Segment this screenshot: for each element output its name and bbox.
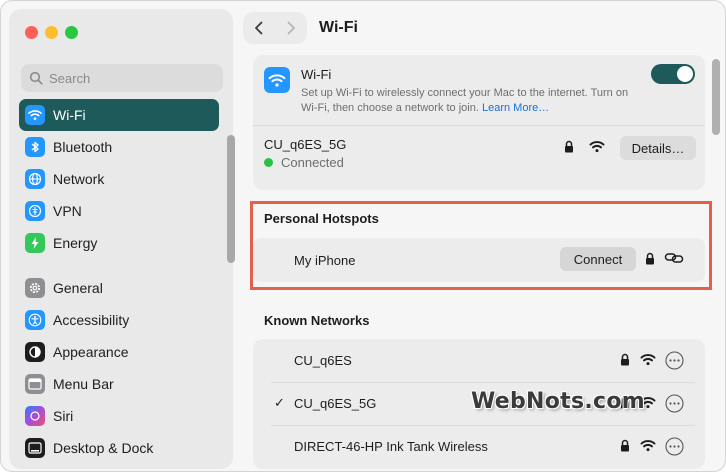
sidebar-item-label: Appearance: [53, 344, 129, 360]
sidebar-item-label: Energy: [53, 235, 98, 251]
checkmark-icon: ✓: [274, 395, 285, 410]
status-text: Connected: [281, 155, 344, 170]
details-button[interactable]: Details…: [620, 136, 696, 160]
sidebar-item-menu-bar[interactable]: Menu Bar: [19, 368, 219, 400]
menubar-icon: [25, 374, 45, 394]
hotspot-name: My iPhone: [294, 253, 356, 268]
more-options-icon[interactable]: [665, 394, 684, 413]
wifi-signal-icon: [640, 440, 656, 452]
personal-hotspots-heading: Personal Hotspots: [264, 211, 379, 226]
wifi-description-text: Set up Wi-Fi to wirelessly connect your …: [301, 87, 629, 114]
sidebar: Wi-Fi Bluetooth Network VPN: [9, 9, 235, 469]
lock-icon: [646, 252, 654, 265]
gear-icon: [25, 278, 45, 298]
sidebar-item-energy[interactable]: Energy: [19, 227, 219, 259]
wifi-description: Set up Wi-Fi to wirelessly connect your …: [301, 86, 646, 116]
sidebar-item-label: Network: [53, 171, 105, 187]
sidebar-item-general[interactable]: General: [19, 272, 219, 304]
status-dot: [264, 158, 273, 167]
sidebar-item-label: Siri: [53, 408, 74, 424]
sidebar-item-label: Bluetooth: [53, 139, 113, 155]
wifi-toggle[interactable]: [651, 64, 695, 84]
accessibility-icon: [25, 310, 45, 330]
page-title: Wi-Fi: [319, 19, 358, 36]
sidebar-list: Wi-Fi Bluetooth Network VPN Energy Gener…: [19, 99, 219, 464]
sidebar-scrollbar[interactable]: [227, 135, 235, 263]
toolbar: Wi-Fi: [243, 12, 358, 44]
sidebar-item-appearance[interactable]: Appearance: [19, 336, 219, 368]
forward-button[interactable]: [275, 12, 307, 44]
vpn-icon: [25, 201, 45, 221]
known-network-name: CU_q6ES: [294, 353, 352, 368]
divider: [271, 382, 695, 383]
bluetooth-icon: [25, 137, 45, 157]
more-options-icon[interactable]: [665, 437, 684, 456]
sidebar-item-siri[interactable]: Siri: [19, 400, 219, 432]
sidebar-item-vpn[interactable]: VPN: [19, 195, 219, 227]
sidebar-item-label: VPN: [53, 203, 82, 219]
known-network-row[interactable]: CU_q6ES: [253, 339, 705, 382]
divider: [253, 125, 705, 126]
wifi-title: Wi-Fi: [301, 67, 332, 82]
sidebar-item-label: Wi-Fi: [53, 107, 86, 123]
hotspot-row: My iPhone Connect: [253, 238, 705, 282]
sidebar-item-label: General: [53, 280, 103, 296]
chevron-left-icon: [255, 21, 263, 35]
close-window-button[interactable]: [25, 26, 38, 39]
siri-icon: [25, 406, 45, 426]
known-network-name: DIRECT-46-HP Ink Tank Wireless: [294, 439, 488, 454]
known-networks-heading: Known Networks: [264, 313, 370, 328]
back-button[interactable]: [243, 12, 275, 44]
sidebar-item-desktop-dock[interactable]: Desktop & Dock: [19, 432, 219, 464]
zoom-window-button[interactable]: [65, 26, 78, 39]
wifi-icon: [264, 67, 290, 93]
appearance-icon: [25, 342, 45, 362]
sidebar-item-label: Menu Bar: [53, 376, 114, 392]
personal-hotspot-icon: [664, 253, 684, 263]
learn-more-link[interactable]: Learn More…: [482, 102, 549, 114]
main-scrollbar[interactable]: [712, 59, 720, 135]
lock-icon: [565, 140, 573, 153]
divider: [271, 425, 695, 426]
search-icon: [29, 71, 43, 85]
chevron-right-icon: [287, 21, 295, 35]
globe-icon: [25, 169, 45, 189]
bolt-icon: [25, 233, 45, 253]
sidebar-item-label: Accessibility: [53, 312, 130, 328]
sidebar-item-network[interactable]: Network: [19, 163, 219, 195]
more-options-icon[interactable]: [665, 351, 684, 370]
sidebar-item-wifi[interactable]: Wi-Fi: [19, 99, 219, 131]
known-network-row[interactable]: DIRECT-46-HP Ink Tank Wireless: [253, 425, 705, 468]
toggle-knob: [677, 66, 693, 82]
settings-window: Wi-Fi Bluetooth Network VPN: [0, 0, 726, 472]
lock-icon: [621, 353, 629, 366]
lock-icon: [621, 439, 629, 452]
wifi-card: Wi-Fi Set up Wi-Fi to wirelessly connect…: [253, 55, 705, 190]
sidebar-item-label: Desktop & Dock: [53, 440, 154, 456]
wifi-signal-icon: [589, 141, 605, 153]
sidebar-item-bluetooth[interactable]: Bluetooth: [19, 131, 219, 163]
navigation-buttons: [243, 12, 307, 44]
connection-status: Connected: [264, 155, 344, 170]
search-field[interactable]: [21, 64, 223, 92]
search-input[interactable]: [49, 70, 209, 86]
watermark: WebNots.com: [471, 389, 646, 414]
current-network-name: CU_q6ES_5G: [264, 137, 347, 152]
connect-button[interactable]: Connect: [560, 247, 636, 271]
wifi-icon: [25, 105, 45, 125]
dock-icon: [25, 438, 45, 458]
sidebar-item-accessibility[interactable]: Accessibility: [19, 304, 219, 336]
wifi-signal-icon: [640, 354, 656, 366]
known-network-name: CU_q6ES_5G: [294, 396, 377, 411]
minimize-window-button[interactable]: [45, 26, 58, 39]
